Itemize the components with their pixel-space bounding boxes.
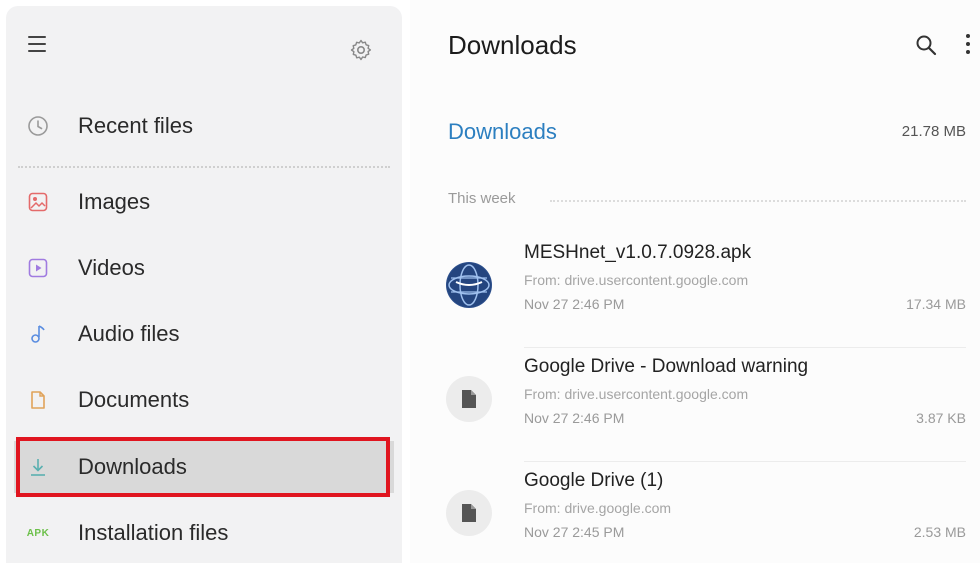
drawer-header (6, 6, 402, 86)
file-row[interactable]: Google Drive - Download warning From: dr… (410, 352, 980, 462)
file-name: Google Drive - Download warning (524, 356, 809, 377)
document-icon (26, 388, 50, 412)
file-size: 17.34 MB (906, 296, 966, 312)
section-divider (550, 200, 966, 202)
row-divider (524, 347, 966, 348)
sidebar-item-label: Images (78, 189, 151, 214)
sidebar-item-label: Videos (78, 255, 145, 280)
more-options-icon[interactable] (965, 34, 971, 56)
file-date: Nov 27 2:46 PM (524, 410, 625, 426)
video-icon (26, 256, 50, 280)
selection-highlight (16, 437, 390, 497)
apk-icon: APK (26, 521, 50, 545)
section-label: This week (448, 190, 516, 207)
file-icon (446, 376, 492, 422)
file-source: From: drive.google.com (524, 500, 672, 516)
file-row[interactable]: MESHnet_v1.0.7.0928.apk From: drive.user… (410, 238, 980, 348)
location-size: 21.78 MB (901, 123, 966, 140)
main-panel: Downloads Downloads 21.78 MB This week M… (410, 0, 980, 563)
file-date: Nov 27 2:45 PM (524, 524, 625, 540)
apk-badge: APK (26, 527, 50, 539)
sidebar-item-documents[interactable]: Documents (14, 374, 394, 426)
file-name: Google Drive (1) (524, 470, 664, 491)
menu-icon[interactable] (28, 36, 46, 52)
sidebar-item-images[interactable]: Images (14, 176, 394, 228)
image-icon (26, 190, 50, 214)
sidebar-item-audio-files[interactable]: Audio files (14, 308, 394, 360)
sidebar-divider (18, 166, 390, 168)
row-divider (524, 461, 966, 462)
sidebar-item-label: Documents (78, 387, 190, 412)
location-breadcrumb[interactable]: Downloads (448, 119, 557, 145)
sidebar-item-label: Audio files (78, 321, 180, 346)
file-size: 3.87 KB (916, 410, 966, 426)
file-source: From: drive.usercontent.google.com (524, 386, 749, 402)
search-icon[interactable] (915, 34, 937, 56)
sidebar-item-videos[interactable]: Videos (14, 242, 394, 294)
sidebar-item-recent-files[interactable]: Recent files (14, 100, 394, 152)
file-source: From: drive.usercontent.google.com (524, 272, 749, 288)
page-title: Downloads (448, 30, 577, 60)
file-row[interactable]: Google Drive (1) From: drive.google.com … (410, 466, 980, 576)
file-icon (446, 490, 492, 536)
clock-icon (26, 114, 50, 138)
apk-globe-icon (446, 262, 492, 308)
gear-icon[interactable] (349, 38, 373, 62)
file-name: MESHnet_v1.0.7.0928.apk (524, 242, 752, 263)
sidebar-item-label: Recent files (78, 113, 193, 138)
sidebar-item-label: Installation files (78, 520, 229, 545)
file-size: 2.53 MB (913, 524, 966, 540)
sidebar-item-installation-files[interactable]: APK Installation files (14, 507, 394, 559)
file-date: Nov 27 2:46 PM (524, 296, 625, 312)
music-note-icon (26, 322, 50, 346)
